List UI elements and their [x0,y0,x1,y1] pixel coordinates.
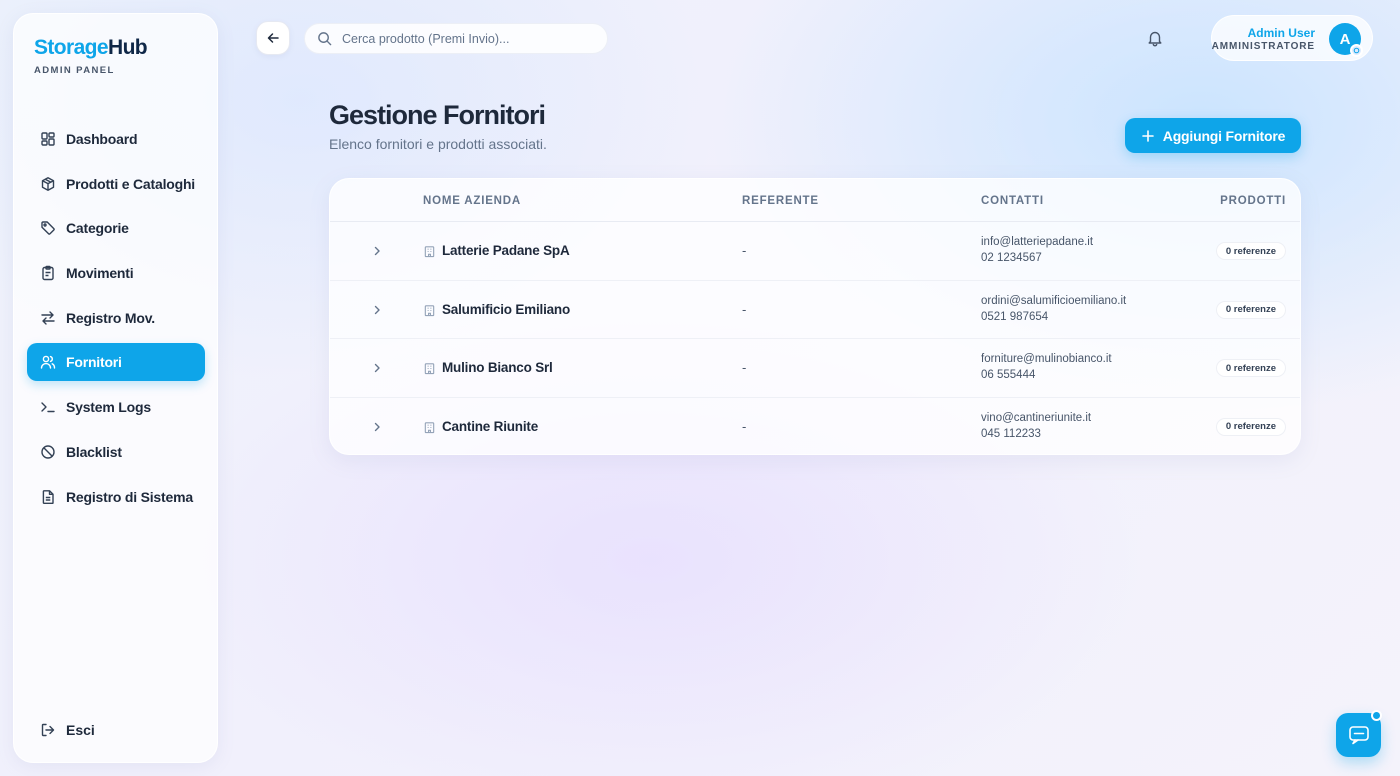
user-menu[interactable]: Admin User AMMINISTRATORE A [1211,15,1373,61]
contact-email: info@latteriepadane.it [981,236,1094,248]
chevron-right-icon[interactable] [370,420,384,434]
terminal-icon [40,399,56,415]
arrow-left-icon [266,31,280,45]
box-icon [40,176,56,192]
chat-icon [1347,723,1371,747]
sidebar-item-registro-sistema[interactable]: Registro di Sistema [27,478,205,516]
column-header-contacts: CONTATTI [981,195,1044,207]
referent: - [742,243,747,258]
company-name: Mulino Bianco Srl [442,360,553,375]
products-count-badge: 0 referenze [1215,300,1286,319]
logout-button[interactable]: Esci [40,722,95,738]
ban-icon [40,444,56,460]
building-icon [423,421,436,434]
users-icon [40,354,56,370]
document-icon [40,489,56,505]
add-supplier-label: Aggiungi Fornitore [1162,127,1286,144]
notification-bell-button[interactable] [1146,29,1164,47]
contact-email: vino@cantineriunite.it [981,411,1092,424]
brand-logo-text: StorageHub [34,36,148,59]
referent: - [742,418,747,434]
sidebar-item-movimenti[interactable]: Movimenti [27,254,205,292]
user-role: AMMINISTRATORE [1211,41,1315,52]
clipboard-icon [40,265,56,281]
referent: - [742,301,747,317]
page-subtitle: Elenco fornitori e prodotti associati. [329,136,547,152]
table-row[interactable]: Cantine Riunite - vino@cantineriunite.it… [330,398,1300,455]
sidebar-nav: Dashboard Prodotti e Cataloghi Categorie… [27,120,205,522]
bell-icon [1146,29,1164,47]
search-input[interactable] [342,31,582,46]
sidebar-item-label: System Logs [66,399,151,416]
sidebar-item-label: Blacklist [66,443,122,460]
chevron-right-icon[interactable] [370,361,384,375]
sidebar: StorageHub ADMIN PANEL Dashboard Prodott… [13,13,218,763]
sidebar-item-blacklist[interactable]: Blacklist [27,433,205,471]
building-icon [423,245,436,258]
brand-subtitle: ADMIN PANEL [34,65,115,76]
sidebar-item-dashboard[interactable]: Dashboard [27,120,205,158]
sidebar-item-system-logs[interactable]: System Logs [27,388,205,426]
arrows-swap-icon [40,310,56,326]
contact-phone: 0521 987654 [981,310,1049,323]
user-name: Admin User [1247,26,1315,40]
products-count-badge: 0 referenze [1215,359,1286,377]
search-bar [304,23,608,54]
chevron-right-icon[interactable] [370,303,384,317]
table-row[interactable]: Latterie Padane SpA - info@latteriepadan… [330,222,1300,281]
company-name: Cantine Riunite [442,418,539,434]
products-count-badge: 0 referenze [1215,417,1286,436]
contact-email: forniture@mulinobianco.it [981,353,1112,365]
sidebar-item-label: Registro Mov. [66,309,155,326]
sidebar-item-label: Registro di Sistema [66,488,193,505]
plus-icon [1141,129,1155,143]
products-count-badge: 0 referenze [1215,242,1286,260]
search-icon [317,31,332,46]
referent: - [742,360,747,375]
contact-phone: 02 1234567 [981,252,1042,264]
sidebar-item-label: Movimenti [66,265,134,282]
column-header-name: NOME AZIENDA [423,195,521,207]
column-header-products: PRODOTTI [1220,195,1286,207]
building-icon [423,304,436,317]
add-supplier-button[interactable]: Aggiungi Fornitore [1125,118,1301,153]
sidebar-item-label: Dashboard [66,131,138,147]
back-button[interactable] [256,21,290,55]
sidebar-item-fornitori[interactable]: Fornitori [27,343,205,382]
table-header: NOME AZIENDA REFERENTE CONTATTI PRODOTTI [330,179,1300,222]
chevron-right-icon[interactable] [370,244,384,258]
table-row[interactable]: Salumificio Emiliano - ordini@salumifici… [330,281,1300,339]
suppliers-table: NOME AZIENDA REFERENTE CONTATTI PRODOTTI… [329,178,1301,455]
contact-phone: 045 112233 [981,427,1041,440]
settings-badge-icon [1350,44,1363,57]
company-name: Salumificio Emiliano [442,301,571,317]
logout-icon [40,722,56,738]
grid-icon [40,131,56,147]
chat-notification-dot [1371,710,1382,721]
sidebar-item-prodotti[interactable]: Prodotti e Cataloghi [27,165,205,203]
contact-email: ordini@salumificioemiliano.it [981,294,1127,307]
sidebar-item-label: Categorie [66,220,129,237]
sidebar-item-registro-mov[interactable]: Registro Mov. [27,299,205,337]
logout-label: Esci [66,722,95,738]
sidebar-item-categorie[interactable]: Categorie [27,209,205,247]
tag-icon [40,220,56,236]
sidebar-item-label: Prodotti e Cataloghi [66,175,196,192]
table-row[interactable]: Mulino Bianco Srl - forniture@mulinobian… [330,339,1300,398]
column-header-referent: REFERENTE [742,195,819,207]
sidebar-item-label: Fornitori [66,354,122,371]
company-name: Latterie Padane SpA [442,243,570,258]
building-icon [423,362,436,375]
contact-phone: 06 555444 [981,369,1036,381]
brand[interactable]: StorageHub ADMIN PANEL [34,36,148,76]
page-title: Gestione Fornitori [329,100,546,130]
